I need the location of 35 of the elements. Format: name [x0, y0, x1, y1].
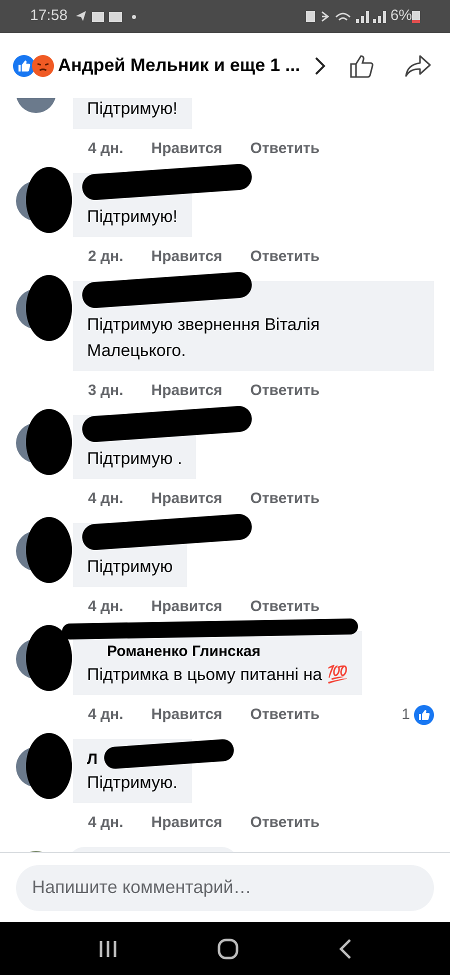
- reply-link[interactable]: Ответить: [250, 246, 320, 268]
- reply-link[interactable]: Ответить: [250, 138, 320, 160]
- like-link[interactable]: Нравится: [151, 380, 222, 402]
- comment-text: Підтримка в цьому питанні на 💯: [87, 664, 348, 686]
- comment-time: 4 дн.: [88, 704, 124, 725]
- comment-input[interactable]: Напишите комментарий…: [16, 864, 434, 910]
- reactions-title[interactable]: Андрей Мельник и еще 1 ...: [58, 52, 300, 79]
- comment-text: Підтримую.: [87, 772, 178, 794]
- comment-time: 4 дн.: [88, 812, 124, 833]
- comment-time: 2 дн.: [88, 246, 124, 267]
- status-time: 17:58: [30, 6, 68, 26]
- comment-text: Підтримую: [87, 556, 173, 578]
- comment-text: Підтримую!: [87, 98, 178, 120]
- like-link[interactable]: Нравится: [151, 704, 222, 726]
- author-name[interactable]: Романенко Глинская: [87, 642, 260, 662]
- reply-link[interactable]: Ответить: [250, 488, 320, 510]
- comment-text: Підтримую звернення Віталія Малецького.: [87, 314, 321, 362]
- reply-link[interactable]: Ответить: [250, 596, 320, 618]
- like-link[interactable]: Нравится: [151, 812, 222, 834]
- comment-text: Підтримую .: [87, 448, 182, 470]
- like-link[interactable]: Нравится: [151, 138, 222, 160]
- comment-time: 4 дн.: [88, 596, 124, 617]
- like-link[interactable]: Нравится: [151, 488, 222, 510]
- reaction-count: 1: [402, 704, 410, 725]
- reply-link[interactable]: Ответить: [250, 812, 320, 834]
- comment-text: Підтримую!: [87, 206, 178, 228]
- comment-time: 4 дн.: [88, 138, 124, 159]
- author-name[interactable]: Л: [87, 750, 98, 770]
- like-link[interactable]: Нравится: [151, 246, 222, 268]
- like-link[interactable]: Нравится: [151, 596, 222, 618]
- comment-time: 4 дн.: [88, 488, 124, 509]
- comment-time: 3 дн.: [88, 380, 124, 401]
- battery-level: 6%: [390, 6, 412, 26]
- reply-link[interactable]: Ответить: [250, 380, 320, 402]
- reply-link[interactable]: Ответить: [250, 704, 320, 726]
